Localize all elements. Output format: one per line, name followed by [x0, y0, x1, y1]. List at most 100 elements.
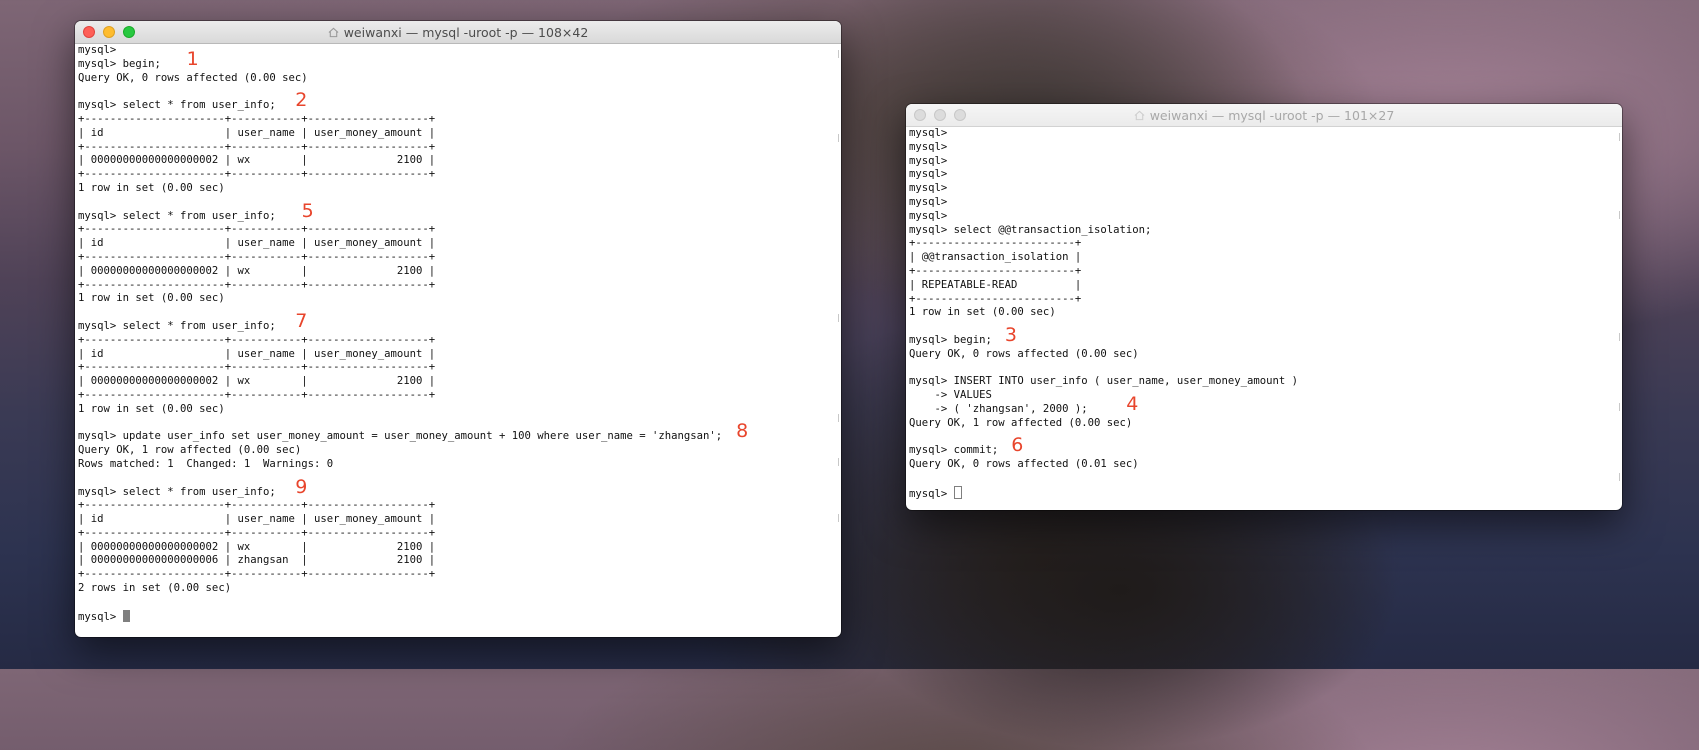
terminal-line: 1 row in set (0.00 sec): [78, 403, 835, 417]
terminal-line-text: mysql>: [909, 195, 948, 208]
terminal-line-text: Rows matched: 1 Changed: 1 Warnings: 0: [78, 457, 334, 470]
terminal-line-text: +----------------------+-----------+----…: [78, 278, 436, 291]
terminal-line-text: +-------------------------+: [909, 292, 1082, 305]
terminal-line: mysql> select @@transaction_isolation;: [909, 224, 1616, 238]
terminal-line-text: +----------------------+-----------+----…: [78, 168, 436, 181]
terminal-line: mysql> select * from user_info; 9: [78, 477, 835, 500]
terminal-line: +-------------------------+: [909, 265, 1616, 279]
step-annotation: 1: [186, 47, 199, 70]
scroll-markers: [835, 44, 839, 637]
step-annotation: 6: [1011, 434, 1024, 457]
minimize-button[interactable]: [934, 109, 946, 121]
zoom-button[interactable]: [123, 26, 135, 38]
terminal-line-text: | @@transaction_isolation |: [909, 251, 1082, 264]
terminal-line-text: 1 row in set (0.00 sec): [78, 402, 225, 415]
window-title: weiwanxi — mysql -uroot -p — 101×27: [1149, 107, 1395, 123]
terminal-line: mysql> update user_info set user_money_a…: [78, 421, 835, 444]
terminal-line: | 00000000000000000002 | wx | 2100 |: [78, 265, 835, 279]
terminal-line: Rows matched: 1 Changed: 1 Warnings: 0: [78, 458, 835, 472]
terminal-line-text: mysql> INSERT INTO user_info ( user_name…: [909, 375, 1299, 388]
window-controls: [83, 26, 135, 38]
terminal-line-text: 1 row in set (0.00 sec): [909, 306, 1056, 319]
terminal-line: mysql>: [909, 155, 1616, 169]
terminal-line: +-------------------------+: [909, 237, 1616, 251]
terminal-line-text: 2 rows in set (0.00 sec): [78, 582, 232, 595]
terminal-line: mysql>: [909, 182, 1616, 196]
terminal-line: mysql> select * from user_info; 5: [78, 201, 835, 224]
terminal-line-text: | id | user_name | user_money_amount |: [78, 513, 436, 526]
close-button[interactable]: [914, 109, 926, 121]
terminal-line-text: +----------------------+-----------+----…: [78, 388, 436, 401]
terminal-line: +----------------------+-----------+----…: [78, 141, 835, 155]
terminal-line-text: +-------------------------+: [909, 237, 1082, 250]
terminal-output[interactable]: mysql> mysql> mysql> mysql> mysql> mysql> mysq…: [909, 127, 1616, 510]
terminal-output[interactable]: mysql> mysql> begin; 1 Query OK, 0 rows aff…: [78, 44, 835, 637]
terminal-line: +----------------------+-----------+----…: [78, 334, 835, 348]
terminal-line: mysql> select * from user_info; 7: [78, 311, 835, 334]
terminal-line-text: mysql>: [909, 140, 948, 153]
terminal-line: | 00000000000000000006 | zhangsan | 2100…: [78, 554, 835, 568]
terminal-line-text: Query OK, 1 row affected (0.00 sec): [909, 416, 1133, 429]
terminal-line-text: | id | user_name | user_money_amount |: [78, 126, 436, 139]
terminal-line: | @@transaction_isolation |: [909, 251, 1616, 265]
terminal-line: | 00000000000000000002 | wx | 2100 |: [78, 375, 835, 389]
terminal-line-text: | 00000000000000000002 | wx | 2100 |: [78, 154, 436, 167]
terminal-line: | id | user_name | user_money_amount |: [78, 513, 835, 527]
terminal-line-text: mysql> select * from user_info;: [78, 485, 276, 498]
text-cursor: [953, 485, 962, 499]
terminal-line: mysql>: [909, 210, 1616, 224]
terminal-line: | id | user_name | user_money_amount |: [78, 127, 835, 141]
terminal-line: Query OK, 1 row affected (0.00 sec): [78, 444, 835, 458]
terminal-line-text: +----------------------+-----------+----…: [78, 140, 436, 153]
text-cursor: [122, 609, 130, 622]
terminal-line: mysql> begin; 1: [78, 49, 835, 72]
terminal-line: -> ( 'zhangsan', 2000 ); 4: [909, 394, 1616, 417]
terminal-line-text: +----------------------+-----------+----…: [78, 112, 436, 125]
terminal-window-left[interactable]: weiwanxi — mysql -uroot -p — 108×42 mysq…: [75, 21, 841, 637]
step-annotation: 9: [295, 475, 308, 498]
terminal-line: | id | user_name | user_money_amount |: [78, 237, 835, 251]
terminal-line: Query OK, 0 rows affected (0.01 sec): [909, 458, 1616, 472]
terminal-line: +----------------------+-----------+----…: [78, 568, 835, 582]
zoom-button[interactable]: [954, 109, 966, 121]
terminal-line-text: mysql> select * from user_info;: [78, 99, 276, 112]
close-button[interactable]: [83, 26, 95, 38]
prompt-line[interactable]: mysql>: [909, 485, 1616, 500]
terminal-line: Query OK, 0 rows affected (0.00 sec): [909, 348, 1616, 362]
terminal-line-text: -> ( 'zhangsan', 2000 );: [909, 402, 1088, 415]
terminal-line: 1 row in set (0.00 sec): [909, 306, 1616, 320]
step-annotation: 5: [301, 199, 314, 222]
terminal-line-text: mysql>: [909, 209, 948, 222]
terminal-line: +----------------------+-----------+----…: [78, 168, 835, 182]
window-title: weiwanxi — mysql -uroot -p — 108×42: [343, 24, 589, 40]
terminal-line-text: | REPEATABLE-READ |: [909, 278, 1082, 291]
terminal-line: +----------------------+-----------+----…: [78, 499, 835, 513]
terminal-line-text: 1 row in set (0.00 sec): [78, 292, 225, 305]
terminal-line-text: Query OK, 0 rows affected (0.00 sec): [909, 347, 1139, 360]
terminal-line: Query OK, 0 rows affected (0.00 sec): [78, 72, 835, 86]
prompt-line[interactable]: mysql>: [78, 609, 835, 624]
terminal-line-text: | id | user_name | user_money_amount |: [78, 347, 436, 360]
terminal-line-text: | 00000000000000000002 | wx | 2100 |: [78, 264, 436, 277]
terminal-line: | REPEATABLE-READ |: [909, 279, 1616, 293]
terminal-line-text: -> VALUES: [909, 389, 992, 402]
terminal-line-text: mysql>: [909, 182, 948, 195]
terminal-line-text: mysql> commit;: [909, 444, 999, 457]
terminal-line-text: | id | user_name | user_money_amount |: [78, 237, 436, 250]
step-annotation: 8: [736, 420, 749, 443]
minimize-button[interactable]: [103, 26, 115, 38]
terminal-line: +----------------------+-----------+----…: [78, 389, 835, 403]
terminal-line: +-------------------------+: [909, 293, 1616, 307]
terminal-line-text: +----------------------+-----------+----…: [78, 499, 436, 512]
terminal-line: 2 rows in set (0.00 sec): [78, 582, 835, 596]
title-bar[interactable]: weiwanxi — mysql -uroot -p — 101×27: [906, 104, 1622, 127]
title-bar[interactable]: weiwanxi — mysql -uroot -p — 108×42: [75, 21, 841, 44]
terminal-line: mysql> select * from user_info; 2: [78, 90, 835, 113]
terminal-line-text: mysql> select * from user_info;: [78, 319, 276, 332]
terminal-window-right[interactable]: weiwanxi — mysql -uroot -p — 101×27 mysq…: [906, 104, 1622, 510]
